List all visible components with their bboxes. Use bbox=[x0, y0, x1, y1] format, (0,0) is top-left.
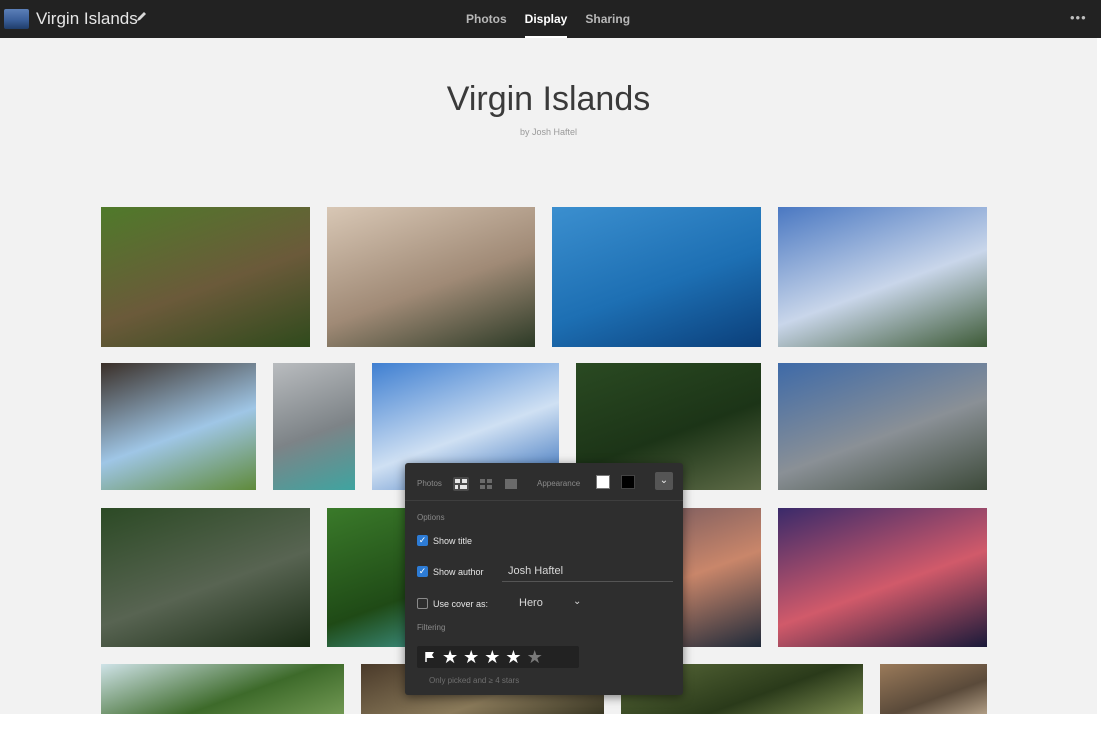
top-nav: Photos Display Sharing bbox=[466, 0, 630, 38]
cover-select[interactable]: Hero ⌄ bbox=[513, 593, 585, 613]
top-bar: Virgin Islands Photos Display Sharing ••… bbox=[0, 0, 1101, 38]
album-title[interactable]: Virgin Islands bbox=[36, 9, 138, 29]
star-4-icon[interactable]: ★ bbox=[505, 646, 521, 668]
photo-pink-sunset[interactable] bbox=[778, 508, 987, 647]
show-author-label: Show author bbox=[433, 567, 484, 577]
author-name-value: Josh Haftel bbox=[508, 565, 564, 577]
filtering-label: Filtering bbox=[417, 623, 446, 632]
author-name-field[interactable]: Josh Haftel bbox=[502, 561, 673, 582]
show-title-label: Show title bbox=[433, 536, 473, 546]
grid-layout-button[interactable] bbox=[453, 477, 469, 491]
panel-collapse-button[interactable]: ⌄ bbox=[655, 472, 673, 490]
columns-layout-button[interactable] bbox=[478, 477, 494, 491]
display-options-panel: Photos Appearance ⌄ Options ✓ Show title… bbox=[405, 463, 683, 695]
single-layout-button[interactable] bbox=[503, 477, 519, 491]
bottom-strip bbox=[0, 714, 1101, 734]
grid-layout-icon bbox=[455, 479, 467, 489]
tab-sharing[interactable]: Sharing bbox=[585, 0, 630, 38]
star-5-icon[interactable]: ★ bbox=[527, 646, 543, 668]
columns-layout-icon bbox=[480, 479, 492, 489]
star-2-icon[interactable]: ★ bbox=[463, 646, 479, 668]
star-3-icon[interactable]: ★ bbox=[484, 646, 500, 668]
options-label: Options bbox=[417, 513, 445, 522]
chevron-down-icon: ⌄ bbox=[573, 596, 582, 607]
show-author-checkbox[interactable]: ✓ bbox=[417, 566, 428, 577]
photo-blue-sea-swimmer[interactable] bbox=[552, 207, 761, 347]
use-cover-label: Use cover as: bbox=[433, 599, 489, 609]
cover-select-value: Hero bbox=[519, 597, 543, 609]
appearance-black-swatch[interactable] bbox=[621, 475, 635, 489]
use-cover-checkbox[interactable] bbox=[417, 598, 428, 609]
appearance-white-swatch[interactable] bbox=[596, 475, 610, 489]
photo-clouds-bay[interactable] bbox=[778, 207, 987, 347]
photo-stone-arch[interactable] bbox=[101, 363, 256, 490]
single-layout-icon bbox=[505, 479, 517, 489]
show-title-checkbox[interactable]: ✓ bbox=[417, 535, 428, 546]
photo-sunset-harbor[interactable] bbox=[327, 207, 535, 347]
tab-photos[interactable]: Photos bbox=[466, 0, 507, 38]
panel-divider bbox=[405, 500, 683, 501]
gallery-author: by Josh Haftel bbox=[519, 127, 578, 137]
more-icon[interactable]: ••• bbox=[1070, 10, 1087, 25]
flag-icon[interactable] bbox=[423, 650, 437, 664]
album-thumbnail[interactable] bbox=[4, 9, 29, 29]
appearance-label: Appearance bbox=[537, 479, 581, 488]
photo-ruins-bottom[interactable] bbox=[880, 664, 987, 714]
pencil-icon[interactable] bbox=[134, 9, 150, 25]
photo-forest-path[interactable] bbox=[101, 508, 310, 647]
photo-cairn-rocks[interactable] bbox=[778, 363, 987, 490]
gallery-title: Virgin Islands bbox=[446, 80, 651, 118]
filter-note: Only picked and ≥ 4 stars bbox=[429, 676, 520, 685]
photo-tree-canopy[interactable] bbox=[101, 664, 344, 714]
photo-iguana[interactable] bbox=[101, 207, 310, 347]
star-1-icon[interactable]: ★ bbox=[442, 646, 458, 668]
photo-storm-beach[interactable] bbox=[273, 363, 355, 490]
rating-filter[interactable]: ★ ★ ★ ★ ★ bbox=[417, 646, 579, 668]
photos-layout-label: Photos bbox=[417, 479, 442, 488]
chevron-down-icon: ⌄ bbox=[659, 475, 669, 486]
tab-display[interactable]: Display bbox=[524, 0, 568, 38]
